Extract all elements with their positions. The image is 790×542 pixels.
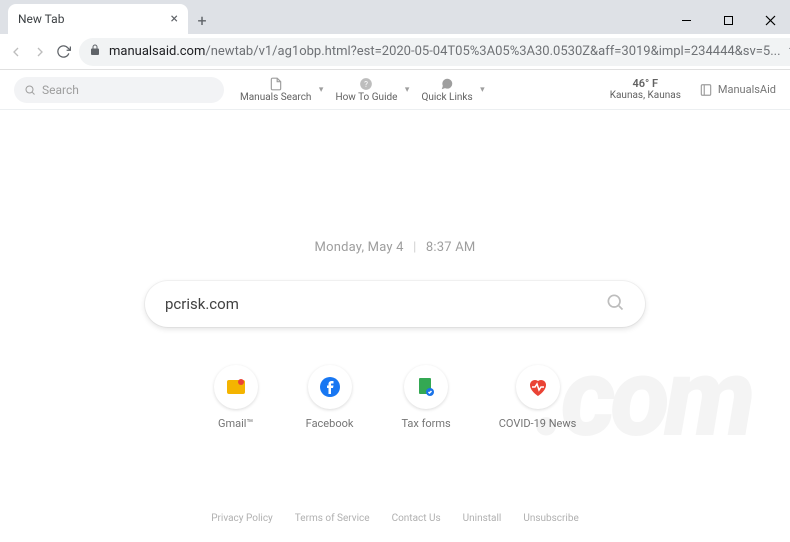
reload-button[interactable] — [56, 40, 71, 64]
facebook-icon — [308, 365, 352, 409]
ext-search-box[interactable]: Search — [14, 77, 224, 103]
url-text: manualsaid.com/newtab/v1/ag1obp.html?est… — [109, 44, 781, 59]
search-icon[interactable] — [605, 292, 625, 316]
chat-icon — [440, 76, 454, 92]
weather-widget[interactable]: 46° F Kaunas, Kaunas — [610, 77, 681, 102]
extension-toolbar: Search Manuals Search ▾ ? How To Guide ▾… — [0, 70, 790, 110]
tile-tax-forms[interactable]: Tax forms — [401, 365, 450, 430]
back-button[interactable] — [8, 40, 24, 64]
footer-uninstall[interactable]: Uninstall — [463, 513, 502, 524]
brand-icon — [699, 83, 713, 97]
footer-privacy[interactable]: Privacy Policy — [211, 513, 273, 524]
document-icon — [269, 76, 283, 92]
minimize-button[interactable] — [672, 6, 700, 34]
chevron-down-icon: ▾ — [480, 85, 485, 95]
forward-button[interactable] — [32, 40, 48, 64]
weather-temp: 46° F — [610, 77, 681, 90]
browser-tab[interactable]: New Tab × — [8, 4, 188, 34]
tile-gmail[interactable]: Gmail™ — [214, 365, 258, 430]
ext-search-placeholder: Search — [42, 83, 79, 97]
footer-contact[interactable]: Contact Us — [392, 513, 441, 524]
lock-icon — [89, 44, 101, 60]
search-icon — [24, 84, 36, 96]
page-content: .com Monday, May 4 | 8:37 AM Gmail™ Face… — [0, 110, 790, 542]
heart-pulse-icon — [516, 365, 560, 409]
footer-terms[interactable]: Terms of Service — [295, 513, 370, 524]
window-controls — [672, 6, 784, 34]
footer-unsubscribe[interactable]: Unsubscribe — [523, 513, 578, 524]
quick-tiles: Gmail™ Facebook Tax forms COVID-19 News — [214, 365, 577, 430]
datetime-display: Monday, May 4 | 8:37 AM — [315, 240, 476, 255]
gmail-icon — [214, 365, 258, 409]
date-text: Monday, May 4 — [315, 240, 404, 255]
browser-toolbar: manualsaid.com/newtab/v1/ag1obp.html?est… — [0, 34, 790, 70]
svg-text:?: ? — [365, 79, 369, 89]
time-text: 8:37 AM — [426, 240, 476, 255]
tile-facebook[interactable]: Facebook — [306, 365, 354, 430]
window-titlebar: New Tab × + — [0, 0, 790, 34]
chevron-down-icon: ▾ — [405, 85, 410, 95]
ext-menu-manuals-search[interactable]: Manuals Search ▾ — [240, 76, 311, 103]
ext-menu: Manuals Search ▾ ? How To Guide ▾ Quick … — [240, 76, 473, 103]
question-icon: ? — [359, 76, 373, 92]
tile-covid-news[interactable]: COVID-19 News — [499, 365, 577, 430]
main-search-input[interactable] — [165, 295, 605, 313]
new-tab-button[interactable]: + — [188, 6, 216, 34]
main-search-box[interactable] — [145, 281, 645, 327]
brand-label[interactable]: ManualsAid — [699, 83, 776, 97]
footer-links: Privacy Policy Terms of Service Contact … — [0, 513, 790, 524]
close-window-button[interactable] — [756, 6, 784, 34]
ext-menu-how-to-guide[interactable]: ? How To Guide ▾ — [335, 76, 397, 103]
address-bar[interactable]: manualsaid.com/newtab/v1/ag1obp.html?est… — [79, 38, 790, 66]
weather-location: Kaunas, Kaunas — [610, 90, 681, 102]
chevron-down-icon: ▾ — [319, 85, 324, 95]
document-check-icon — [404, 365, 448, 409]
maximize-button[interactable] — [714, 6, 742, 34]
ext-menu-quick-links[interactable]: Quick Links ▾ — [421, 76, 472, 103]
close-tab-icon[interactable]: × — [171, 11, 178, 27]
tab-title: New Tab — [18, 12, 64, 26]
